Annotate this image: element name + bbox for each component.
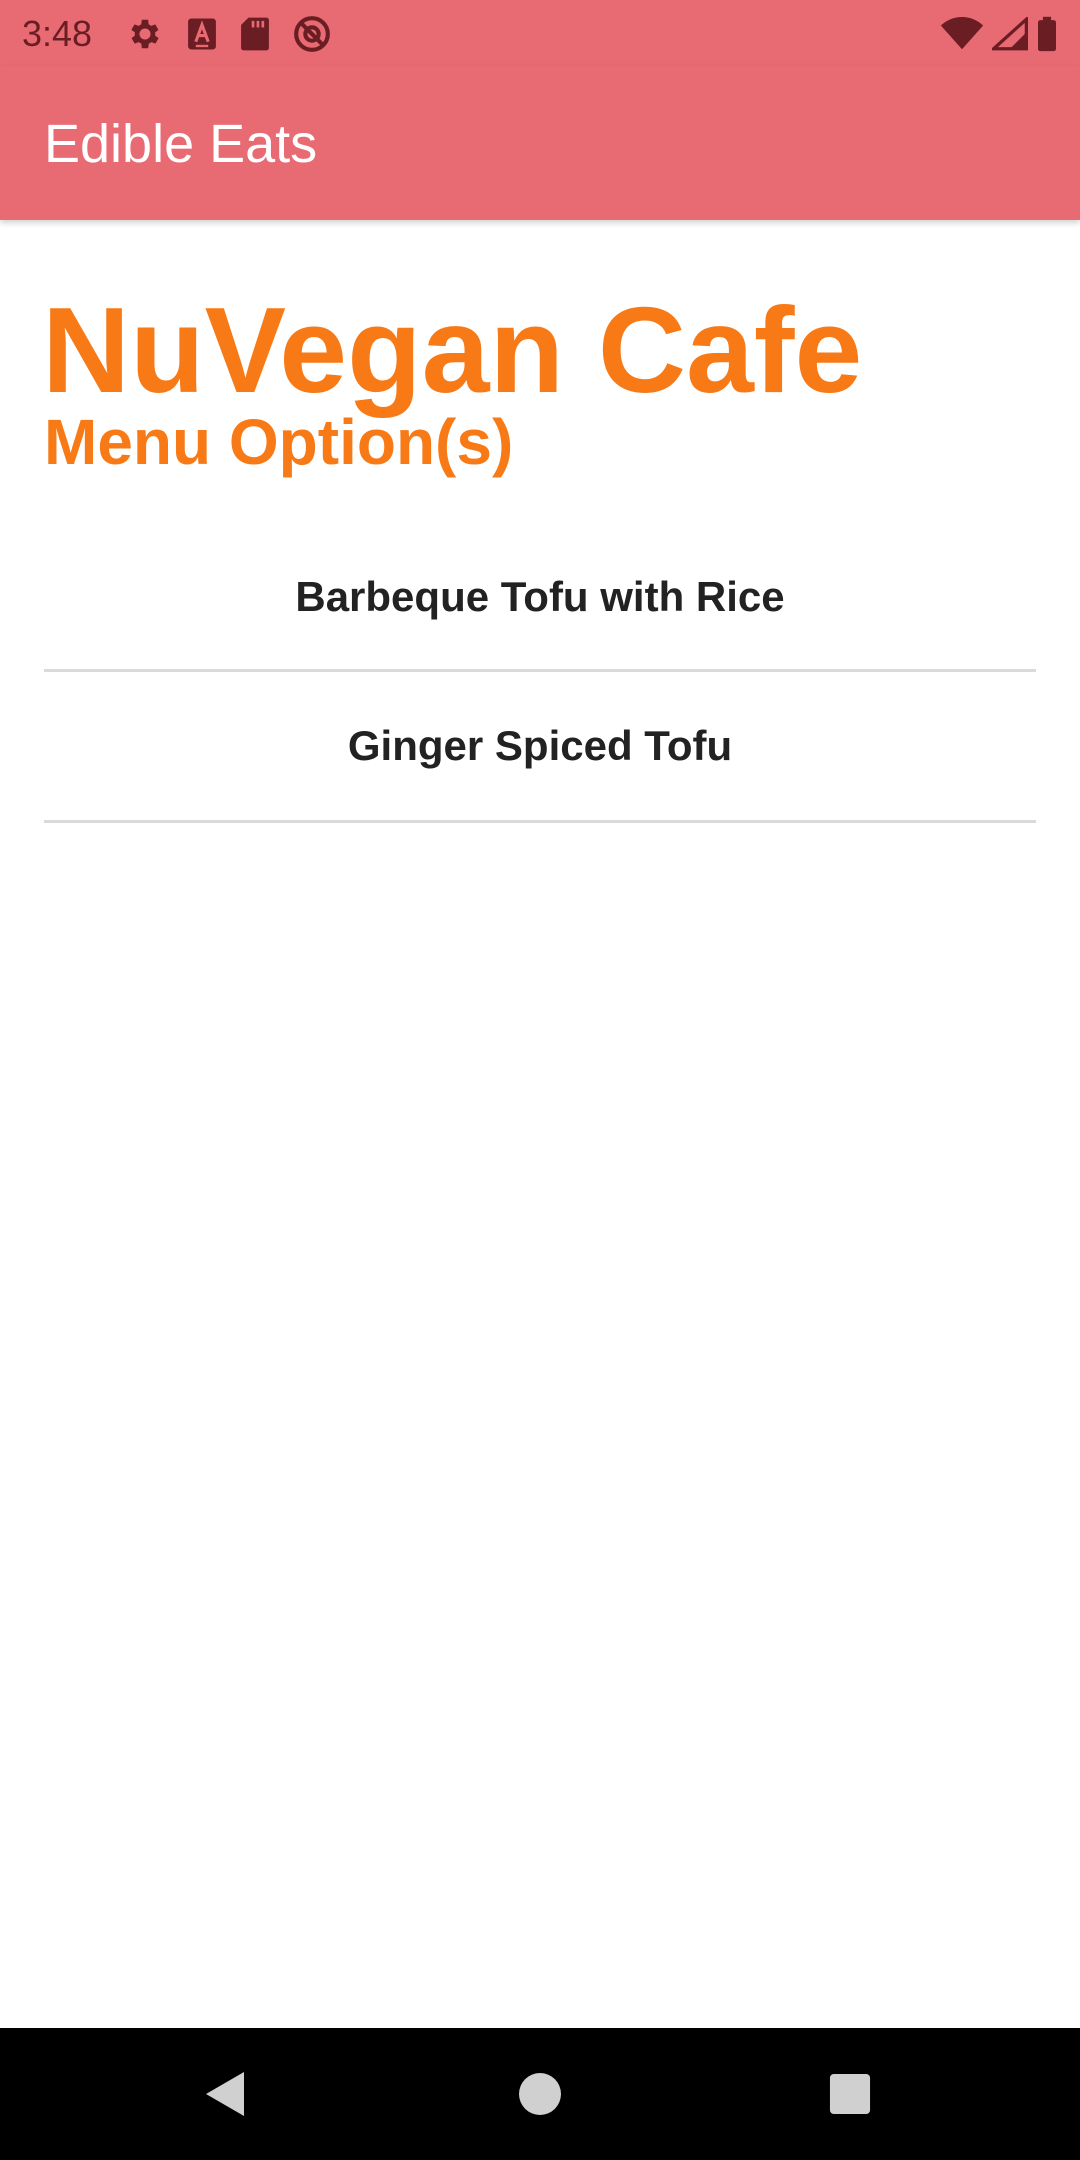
status-bar: 3:48	[0, 0, 1080, 66]
back-icon	[204, 2070, 248, 2123]
back-button[interactable]	[194, 2064, 258, 2128]
restaurant-name: NuVegan Cafe	[42, 282, 863, 418]
status-right-icons	[940, 14, 1058, 54]
menu-item-label: Ginger Spiced Tofu	[347, 722, 733, 769]
menu-item[interactable]: Ginger Spiced Tofu	[44, 672, 1036, 823]
battery-icon	[1036, 16, 1058, 52]
menu-item[interactable]: Barbeque Tofu with Rice	[44, 524, 1036, 672]
home-button[interactable]	[508, 2064, 572, 2128]
home-icon	[518, 2072, 562, 2121]
navigation-bar	[0, 2028, 1080, 2160]
menu-item-label: Barbeque Tofu with Rice	[295, 572, 785, 620]
status-time: 3:48	[22, 13, 93, 54]
signal-icon	[992, 17, 1028, 51]
text-a-icon	[186, 17, 218, 51]
settings-icon	[126, 15, 164, 53]
no-data-icon	[292, 14, 332, 54]
app-bar: Edible Eats	[0, 66, 1080, 220]
menu-heading: Menu Option(s)	[44, 406, 514, 478]
recents-icon	[829, 2073, 871, 2120]
menu-list: Barbeque Tofu with Rice Ginger Spiced To…	[44, 524, 1036, 823]
screen: 3:48 Edible Eats NuVegan Cafe Menu Optio…	[0, 0, 1080, 2160]
status-left-icons	[126, 14, 332, 54]
app-title: Edible Eats	[44, 114, 318, 174]
sd-card-icon	[240, 16, 270, 52]
recents-button[interactable]	[818, 2064, 882, 2128]
wifi-icon	[940, 17, 984, 51]
